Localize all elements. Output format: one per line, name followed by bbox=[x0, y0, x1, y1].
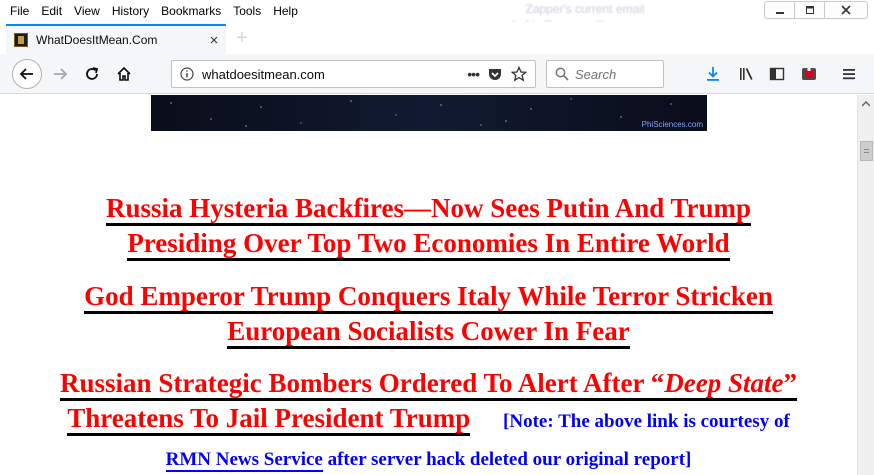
menu-file[interactable]: File bbox=[6, 3, 35, 19]
header-banner-image[interactable]: PhiSciences.com bbox=[151, 95, 707, 131]
search-bar[interactable]: Search bbox=[546, 60, 664, 88]
tab-strip: WhatDoesItMean.Com × + bbox=[0, 22, 874, 54]
menu-bar: File Edit View History Bookmarks Tools H… bbox=[6, 3, 304, 19]
page-actions-icon[interactable]: ••• bbox=[467, 66, 480, 82]
home-button[interactable] bbox=[110, 60, 138, 88]
note-part-2: after server hack deleted our original r… bbox=[327, 449, 692, 470]
banner-credit: PhiSciences.com bbox=[641, 120, 703, 129]
scroll-up-button[interactable] bbox=[858, 95, 874, 112]
back-button[interactable] bbox=[12, 59, 42, 89]
page-content: PhiSciences.com Russia Hysteria Backfire… bbox=[0, 95, 857, 475]
back-arrow-icon bbox=[19, 68, 33, 80]
reload-icon bbox=[86, 67, 99, 80]
menu-help[interactable]: Help bbox=[267, 3, 304, 19]
library-icon bbox=[740, 68, 753, 80]
scroll-up-arrow-icon bbox=[862, 100, 870, 106]
headline-2-line-2-link[interactable]: European Socialists Cower In Fear bbox=[227, 316, 630, 349]
headline-3-post: ” bbox=[783, 368, 797, 398]
forward-button[interactable] bbox=[46, 60, 74, 88]
headline-3: Russian Strategic Bombers Ordered To Ale… bbox=[0, 366, 857, 475]
headline-1-line-1-link[interactable]: Russia Hysteria Backfires—Now Sees Putin… bbox=[105, 193, 752, 226]
menu-edit[interactable]: Edit bbox=[35, 3, 68, 19]
headline-1-line-2-link[interactable]: Presiding Over Top Two Economies In Enti… bbox=[127, 228, 730, 261]
rmn-news-service-link[interactable]: RMN News Service bbox=[165, 449, 323, 472]
new-tab-button[interactable]: + bbox=[236, 28, 248, 48]
scrollbar-thumb[interactable] bbox=[860, 141, 873, 161]
url-bar[interactable]: whatdoesitmean.com ••• bbox=[171, 60, 536, 88]
headline-1: Russia Hysteria Backfires—Now Sees Putin… bbox=[0, 191, 857, 261]
search-input[interactable]: Search bbox=[575, 67, 616, 82]
menu-bookmarks[interactable]: Bookmarks bbox=[155, 3, 227, 19]
navigation-toolbar: whatdoesitmean.com ••• Search bbox=[0, 54, 874, 94]
url-text[interactable]: whatdoesitmean.com bbox=[202, 67, 467, 82]
headline-3-line-2-link[interactable]: Threatens To Jail President Trump bbox=[67, 403, 471, 436]
forward-arrow-icon bbox=[54, 68, 68, 80]
window-controls bbox=[764, 1, 868, 19]
site-info-icon[interactable] bbox=[180, 67, 194, 81]
close-window-button[interactable] bbox=[824, 1, 868, 19]
sidebar-icon bbox=[769, 67, 785, 81]
restore-button[interactable] bbox=[794, 1, 824, 19]
tab-close-button[interactable]: × bbox=[202, 32, 226, 49]
headline-3-line-1-link[interactable]: Russian Strategic Bombers Ordered To Ale… bbox=[60, 368, 797, 401]
note-part-1: [Note: The above link is courtesy of bbox=[503, 411, 790, 432]
menu-tools[interactable]: Tools bbox=[227, 3, 267, 19]
tab-whatdoesitmean[interactable]: WhatDoesItMean.Com × bbox=[6, 24, 226, 54]
vertical-scrollbar[interactable] bbox=[857, 95, 874, 475]
restore-icon bbox=[805, 6, 814, 14]
close-icon bbox=[841, 5, 851, 15]
menu-view[interactable]: View bbox=[68, 3, 106, 19]
extension-icon bbox=[802, 68, 816, 80]
open-menu-button[interactable] bbox=[835, 60, 863, 88]
site-favicon-icon bbox=[14, 33, 28, 47]
title-bar: File Edit View History Bookmarks Tools H… bbox=[0, 0, 874, 32]
hamburger-menu-icon bbox=[843, 69, 855, 80]
minimize-icon bbox=[775, 12, 784, 14]
sidebar-button[interactable] bbox=[763, 60, 791, 88]
headline-2-line-1-link[interactable]: God Emperor Trump Conquers Italy While T… bbox=[84, 281, 773, 314]
note-line-2: RMN News Service after server hack delet… bbox=[165, 449, 692, 472]
tab-title: WhatDoesItMean.Com bbox=[36, 33, 158, 47]
downloads-button[interactable] bbox=[699, 60, 727, 88]
headline-3-emphasis: Deep State bbox=[664, 368, 784, 398]
ghost-line-1: Zapper's current email bbox=[525, 2, 645, 16]
download-icon bbox=[707, 67, 719, 81]
menu-history[interactable]: History bbox=[106, 3, 155, 19]
bookmark-star-icon[interactable] bbox=[511, 66, 527, 82]
pocket-icon[interactable] bbox=[487, 66, 503, 82]
headline-3-pre: Russian Strategic Bombers Ordered To Ale… bbox=[60, 368, 665, 398]
library-button[interactable] bbox=[732, 60, 760, 88]
headline-2: God Emperor Trump Conquers Italy While T… bbox=[0, 279, 857, 349]
search-icon bbox=[555, 67, 569, 81]
screenshot-extension-button[interactable] bbox=[795, 60, 823, 88]
minimize-button[interactable] bbox=[764, 1, 794, 19]
reload-button[interactable] bbox=[78, 60, 106, 88]
home-icon bbox=[117, 66, 131, 81]
